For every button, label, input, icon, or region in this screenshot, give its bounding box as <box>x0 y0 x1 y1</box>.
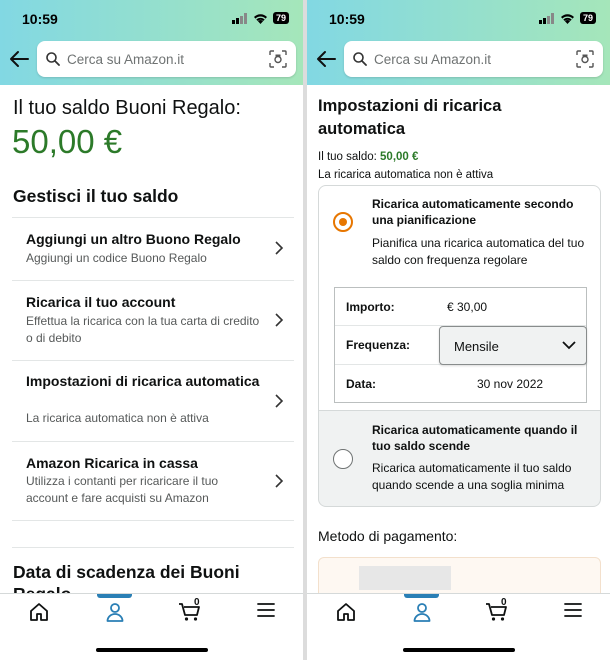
nav-cart[interactable]: 0 <box>170 597 210 626</box>
status-time: 10:59 <box>22 11 58 27</box>
menu-item-title: Impostazioni di ricarica automatica <box>26 373 260 389</box>
search-input[interactable]: Cerca su Amazon.it <box>67 52 184 67</box>
cart-count-badge: 0 <box>194 597 200 608</box>
menu-icon <box>257 603 275 617</box>
menu-item-recharge-account[interactable]: Ricarica il tuo account Effettua la rica… <box>12 280 294 360</box>
cart-count-badge: 0 <box>501 597 507 608</box>
balance-line: Il tuo saldo: 50,00 € <box>318 151 418 163</box>
auto-recharge-status: La ricarica automatica non è attiva <box>318 169 494 181</box>
balance-amount: 50,00 € <box>12 123 123 160</box>
balance-label: Il tuo saldo Buoni Regalo: <box>13 97 241 119</box>
nav-account[interactable] <box>402 602 442 626</box>
back-arrow-icon[interactable] <box>8 48 30 70</box>
radio-scheduled[interactable] <box>333 212 353 232</box>
signal-icon <box>231 12 247 24</box>
menu-icon <box>564 603 582 617</box>
menu-item-subtitle: Effettua la ricarica con la tua carta di… <box>26 314 260 345</box>
menu-item-title: Amazon Ricarica in cassa <box>26 455 198 471</box>
status-time: 10:59 <box>329 11 365 27</box>
menu-item-subtitle: Aggiungi un codice Buono Regalo <box>26 251 207 265</box>
recharge-details: Importo: € 30,00 Frequenza: Mensile Data… <box>334 287 587 403</box>
camera-scan-icon[interactable] <box>576 50 594 68</box>
amount-value[interactable]: € 30,00 <box>447 300 487 314</box>
nav-cart[interactable]: 0 <box>477 597 517 626</box>
home-icon <box>30 603 48 621</box>
home-indicator <box>96 648 208 652</box>
date-label: Data: <box>346 377 377 391</box>
search-icon <box>353 52 367 66</box>
option-low-balance-recharge[interactable]: Ricarica automaticamente quando il tuo s… <box>318 411 601 507</box>
status-bar: 10:59 79 <box>307 9 610 29</box>
camera-scan-icon[interactable] <box>269 50 287 68</box>
card-image-placeholder <box>359 566 451 590</box>
nav-home[interactable] <box>326 602 366 626</box>
chevron-down-icon <box>562 341 576 350</box>
menu-item-subtitle: La ricarica automatica non è attiva <box>26 411 209 425</box>
signal-icon <box>538 12 554 24</box>
menu-item-auto-recharge-settings[interactable]: Impostazioni di ricarica automatica La r… <box>12 360 294 441</box>
nav-menu[interactable] <box>553 602 593 626</box>
screen-gift-card-balance: 10:59 79 Cerca su Amazon.it Il tuo saldo… <box>0 0 303 660</box>
menu-item-add-gift-card[interactable]: Aggiungi un altro Buono Regalo Aggiungi … <box>12 217 294 280</box>
app-header: 10:59 79 Cerca su Amazon.it <box>0 0 303 85</box>
divider <box>12 547 294 548</box>
home-icon <box>337 603 355 621</box>
balance-label: Il tuo saldo: <box>318 151 377 163</box>
menu-item-title: Aggiungi un altro Buono Regalo <box>26 231 241 247</box>
balance-value: 50,00 € <box>380 151 419 163</box>
option-scheduled-recharge[interactable]: Ricarica automaticamente secondo una pia… <box>318 185 601 411</box>
option-title: Ricarica automaticamente quando il tuo s… <box>372 423 578 453</box>
amount-label: Importo: <box>346 300 395 314</box>
chevron-right-icon <box>275 241 284 255</box>
home-indicator <box>403 648 515 652</box>
menu-item-title: Ricarica il tuo account <box>26 294 176 310</box>
payment-method-label: Metodo di pagamento: <box>318 528 458 544</box>
screen-auto-recharge-settings: 10:59 79 Cerca su Amazon.it Impostazioni… <box>307 0 610 660</box>
option-description: Ricarica automaticamente il tuo saldo qu… <box>372 461 572 492</box>
status-bar: 10:59 79 <box>0 9 303 29</box>
battery-indicator: 79 <box>272 12 289 24</box>
search-bar[interactable]: Cerca su Amazon.it <box>344 41 603 77</box>
radio-low-balance[interactable] <box>333 449 353 469</box>
menu-item-cash-recharge[interactable]: Amazon Ricarica in cassa Utilizza i cont… <box>12 441 294 521</box>
nav-active-indicator <box>404 594 439 598</box>
expiry-title: Data di scadenza dei Buoni Regalo <box>13 562 240 595</box>
account-icon <box>413 603 431 622</box>
status-icons: 79 <box>538 12 596 24</box>
search-input[interactable]: Cerca su Amazon.it <box>374 52 491 67</box>
back-arrow-icon[interactable] <box>315 48 337 70</box>
chevron-right-icon <box>275 394 284 408</box>
battery-indicator: 79 <box>579 12 596 24</box>
wifi-icon <box>560 13 574 24</box>
date-value[interactable]: 30 nov 2022 <box>477 377 543 391</box>
nav-active-indicator <box>97 594 132 598</box>
search-icon <box>46 52 60 66</box>
status-icons: 79 <box>231 12 289 24</box>
chevron-right-icon <box>275 474 284 488</box>
menu-item-subtitle: Utilizza i contanti per ricaricare il tu… <box>26 474 219 505</box>
nav-account[interactable] <box>95 602 135 626</box>
account-icon <box>106 603 124 622</box>
frequency-value: Mensile <box>454 339 499 354</box>
date-row: Data: 30 nov 2022 <box>335 365 586 403</box>
amount-row: Importo: € 30,00 <box>335 288 586 326</box>
page-title: Impostazioni di ricarica automatica <box>318 97 502 138</box>
app-header: 10:59 79 Cerca su Amazon.it <box>307 0 610 85</box>
search-bar[interactable]: Cerca su Amazon.it <box>37 41 296 77</box>
nav-home[interactable] <box>19 602 59 626</box>
option-description: Pianifica una ricarica automatica del tu… <box>372 236 585 267</box>
nav-menu[interactable] <box>246 602 286 626</box>
payment-method-box[interactable] <box>318 557 601 595</box>
frequency-select[interactable]: Mensile <box>439 326 587 365</box>
manage-balance-title: Gestisci il tuo saldo <box>13 186 179 206</box>
auto-recharge-content: Impostazioni di ricarica automatica Il t… <box>307 85 610 595</box>
option-title: Ricarica automaticamente secondo una pia… <box>372 197 574 227</box>
frequency-label: Frequenza: <box>346 338 411 352</box>
chevron-right-icon <box>275 313 284 327</box>
wifi-icon <box>253 13 267 24</box>
balance-content: Il tuo saldo Buoni Regalo: 50,00 € Gesti… <box>0 85 303 595</box>
